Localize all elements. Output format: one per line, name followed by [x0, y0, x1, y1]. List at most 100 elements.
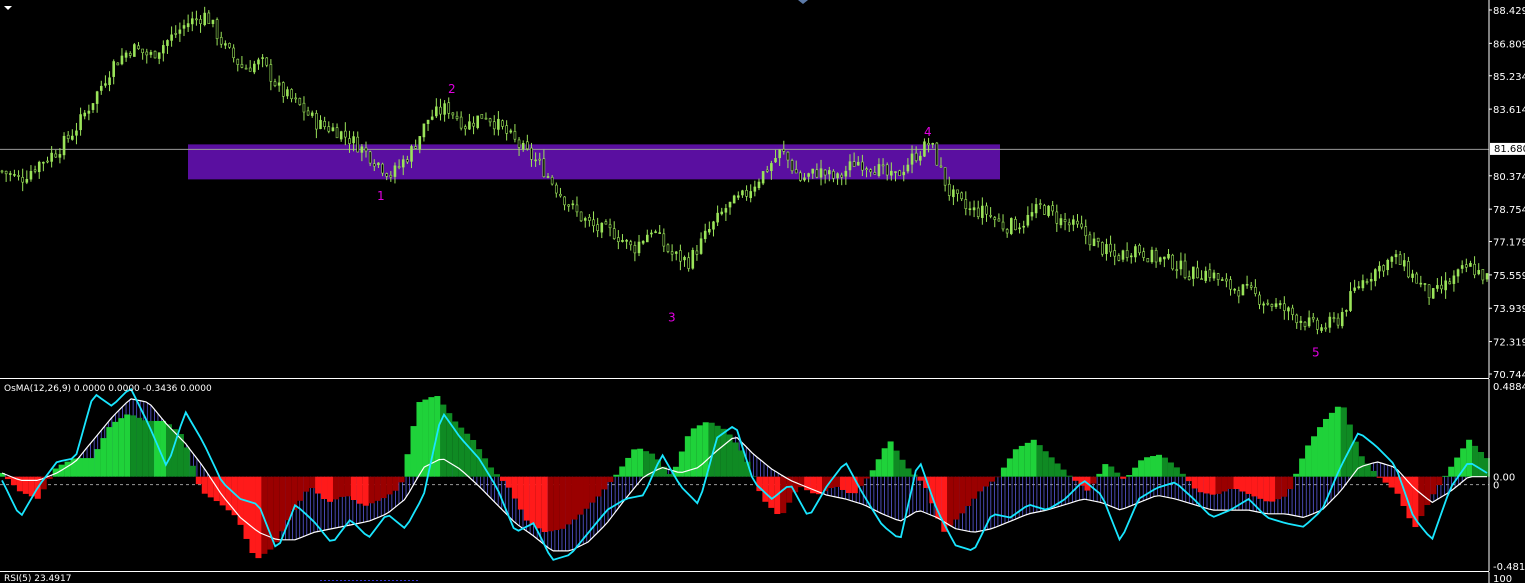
osma-bar [1030, 439, 1037, 477]
candle-body [794, 169, 798, 174]
osma-bar [1245, 476, 1252, 494]
candle-body [195, 18, 198, 21]
candle-body [786, 151, 790, 161]
osma-bar [1233, 476, 1240, 490]
osma-bar [1138, 460, 1145, 477]
osma-bar [720, 428, 727, 477]
wave-label-5: 5 [1312, 345, 1320, 359]
candle-body [1138, 244, 1141, 254]
candle-body [1237, 290, 1241, 297]
osma-bar [1054, 463, 1061, 477]
candle-body [1456, 269, 1460, 277]
candle-body [836, 173, 839, 179]
candle-body [1407, 261, 1410, 278]
candle-body [964, 199, 968, 209]
osma-bar [1006, 458, 1013, 477]
candle-body [1436, 285, 1439, 289]
candle-body [1150, 249, 1154, 263]
candle-body [219, 37, 223, 45]
candle-body [637, 241, 641, 254]
candle-body [960, 192, 963, 200]
osma-bar [1370, 470, 1377, 477]
candle-body [778, 149, 781, 159]
candle-body [1328, 316, 1332, 328]
candle-body [1047, 205, 1050, 216]
candle-body [1390, 256, 1394, 262]
osma-tick-top: 0.4884 [1493, 382, 1525, 393]
candle-body [517, 139, 521, 148]
candle-body [418, 136, 422, 150]
osma-bar [1472, 445, 1479, 477]
osma-bar [1478, 451, 1485, 477]
osma-bar [1060, 469, 1067, 477]
osma-bar [881, 448, 888, 477]
candle-body [716, 212, 719, 223]
candle-body [1225, 278, 1228, 282]
candle-body [91, 103, 95, 110]
candle-body [248, 67, 252, 72]
candle-body [1067, 222, 1071, 226]
candle-body [1187, 276, 1191, 280]
osma-bar [1328, 412, 1335, 477]
candle-body [513, 131, 517, 140]
candle-body [236, 58, 240, 65]
candle-body [1105, 244, 1108, 255]
osma-bar [136, 417, 143, 477]
osma-title: OsMA(12,26,9) 0.0000 0.0000 -0.3436 0.00… [4, 384, 212, 394]
candle-body [1365, 281, 1369, 283]
osma-bar [1263, 476, 1270, 502]
candle-body [232, 47, 235, 59]
price-tick-label: 78.754 [1493, 205, 1525, 216]
candle-body [745, 190, 748, 197]
candle-body [1402, 260, 1406, 267]
osma-bar [1275, 476, 1282, 500]
candle-body [1394, 254, 1398, 258]
candle-body [348, 138, 351, 144]
candle-body [104, 83, 107, 86]
price-tick-label: 72.319 [1493, 338, 1525, 349]
price-tick-label: 77.179 [1493, 238, 1525, 249]
candle-body [372, 163, 376, 167]
candle-body [1249, 285, 1253, 288]
candle-body [927, 142, 930, 146]
candle-body [426, 119, 430, 124]
candle-body [931, 143, 935, 145]
candle-body [401, 159, 405, 168]
trading-chart[interactable]: 1 2 3 4 5 88.429 86.809 85.234 83.614 80.374 78.7… [0, 0, 1525, 583]
candle-body [1361, 280, 1365, 289]
candle-body [1121, 250, 1125, 260]
candle-body [650, 232, 653, 235]
candle-body [1233, 288, 1236, 291]
osma-bar [1161, 457, 1168, 477]
osma-bar [1048, 457, 1055, 477]
candle-body [389, 175, 393, 178]
osma-bar [1150, 456, 1157, 477]
osma-bar [983, 476, 990, 487]
candle-body [563, 196, 566, 206]
osma-bar [285, 476, 292, 521]
osma-bar [398, 476, 405, 483]
osma-bar [315, 476, 322, 494]
candle-body [1125, 250, 1129, 258]
candle-body [166, 40, 169, 46]
candle-body [625, 239, 628, 242]
price-tick-label: 85.234 [1493, 72, 1525, 83]
candle-body [629, 241, 633, 246]
candle-body [128, 53, 132, 56]
candle-body [137, 45, 140, 50]
candle-body [273, 81, 277, 86]
candle-body [1018, 227, 1021, 230]
candle-body [203, 12, 206, 26]
candle-body [1175, 269, 1179, 271]
candle-body [848, 161, 852, 171]
osma-bar [1299, 458, 1306, 477]
price-tick-label: 80.374 [1493, 172, 1525, 183]
candle-body [666, 244, 670, 252]
candle-body [66, 134, 70, 139]
osma-bar [309, 476, 316, 489]
osma-bar [869, 470, 876, 477]
candle-body [505, 125, 508, 134]
osma-bar [243, 476, 250, 539]
osma-bar [577, 476, 584, 515]
osma-bar [356, 476, 363, 504]
